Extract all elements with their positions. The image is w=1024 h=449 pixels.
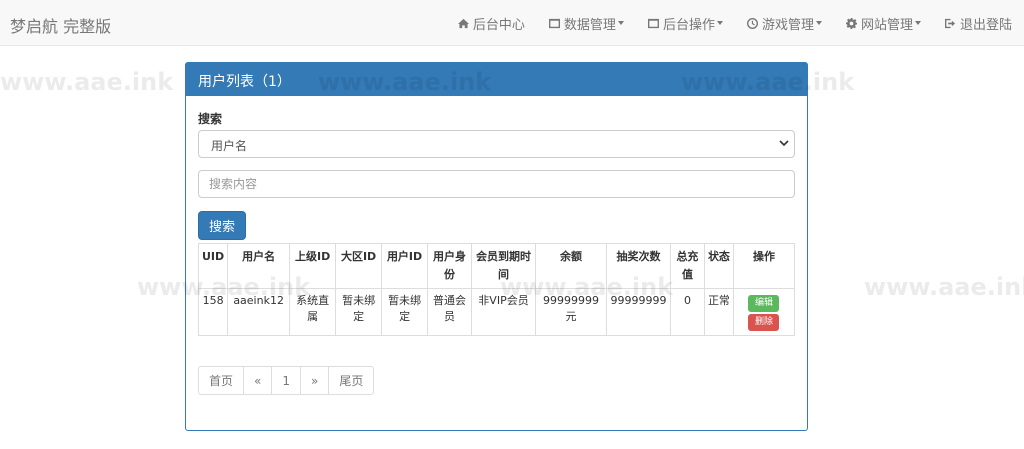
column-header: 会员到期时间 [471,243,536,289]
user-table: UID 用户名 上级ID 大区ID 用户ID 用户身份 会员到期时间 余额 抽奖… [197,243,796,336]
panel-title: 用户列表（1） [186,63,807,96]
cell-vip-expire: 非VIP会员 [471,288,536,336]
watermark: www.aae.ink [864,273,1024,301]
nav-logout[interactable]: 退出登陆 [933,0,1024,46]
nav-site-manage[interactable]: 网站管理 [834,0,933,46]
caret-down-icon [914,21,921,25]
column-header: 用户ID [381,243,429,289]
nav-data-manage[interactable]: 数据管理 [537,0,636,46]
column-header: 上级ID [289,243,337,289]
edit-button[interactable]: 编辑 [748,295,780,312]
nav-dashboard[interactable]: 后台中心 [446,0,537,46]
logout-icon [944,18,956,28]
search-button[interactable]: 搜索 [198,211,247,240]
column-header: UID [197,243,229,289]
caret-down-icon [716,21,723,25]
search-field-select[interactable]: 用户名 [198,130,795,158]
table-header-row: UID 用户名 上级ID 大区ID 用户ID 用户身份 会员到期时间 余额 抽奖… [197,243,796,289]
cell-username: aaeink12 [227,288,291,336]
nav-site-manage-label: 网站管理 [860,17,913,33]
column-header: 抽奖次数 [605,243,671,289]
page-first[interactable]: 首页 [198,366,245,395]
column-header: 用户身份 [427,243,473,289]
delete-button[interactable]: 删除 [748,314,780,331]
nav-data-manage-label: 数据管理 [563,17,616,33]
cell-region-id: 暂未绑定 [335,288,383,336]
cell-total-recharge: 0 [669,288,705,336]
data-manage-icon [548,18,560,28]
cell-status: 正常 [703,288,734,336]
nav-backend-ops[interactable]: 后台操作 [636,0,735,46]
nav-backend-ops-label: 后台操作 [662,17,715,33]
caret-down-icon [815,21,822,25]
panel-body: 搜索 用户名 搜索 [186,110,807,240]
column-header: 用户名 [227,243,291,289]
nav-dashboard-label: 后台中心 [472,17,525,33]
search-input[interactable] [198,170,795,198]
nav-game-manage[interactable]: 游戏管理 [735,0,834,46]
cell-actions: 编辑 删除 [732,288,796,336]
column-header: 大区ID [335,243,383,289]
page-number[interactable]: 1 [271,366,301,395]
column-header: 操作 [732,243,796,289]
page-prev[interactable]: « [243,366,273,395]
watermark: www.aae.ink [0,68,174,96]
cell-lottery: 99999999 [605,288,671,336]
top-navbar: 梦启航 完整版 后台中心 数据管理 后台操作 游戏管理 网站管理 退出登陆 [0,0,1024,46]
backend-ops-icon [647,18,659,28]
brand-title[interactable]: 梦启航 完整版 [10,13,111,37]
column-header: 状态 [703,243,734,289]
cell-balance: 99999999元 [534,288,607,336]
page-next[interactable]: » [300,366,330,395]
cell-identity: 普通会员 [427,288,473,336]
page-last[interactable]: 尾页 [328,366,375,395]
clock-icon [746,17,758,29]
cell-user-id: 暂未绑定 [381,288,429,336]
table-row: 158 aaeink12 系统直属 暂未绑定 暂未绑定 普通会员 非VIP会员 … [197,288,796,336]
user-list-panel: 用户列表（1） 搜索 用户名 搜索 UID 用户名 上级ID 大区ID 用户ID… [185,62,808,431]
pagination: 首页 « 1 » 尾页 [198,366,375,395]
nav-game-manage-label: 游戏管理 [761,17,814,33]
chevron-down-icon [779,140,789,147]
search-label: 搜索 [198,112,223,126]
gear-icon [845,17,857,29]
search-field-value: 用户名 [211,139,248,153]
caret-down-icon [617,21,624,25]
home-icon [457,18,469,28]
cell-parent-id: 系统直属 [289,288,337,336]
column-header: 余额 [534,243,607,289]
nav-menu: 后台中心 数据管理 后台操作 游戏管理 网站管理 退出登陆 [446,0,1024,46]
column-header: 总充值 [669,243,705,289]
nav-logout-label: 退出登陆 [959,17,1012,33]
cell-uid: 158 [197,288,229,336]
